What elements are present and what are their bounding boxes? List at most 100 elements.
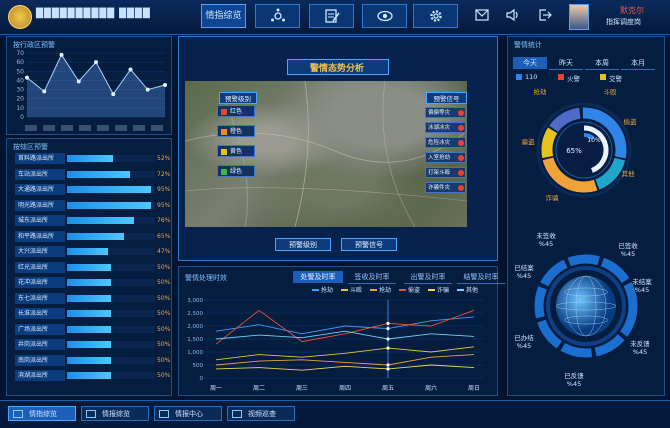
nav-tab-overview[interactable]: 情指综览	[201, 4, 246, 28]
period-tab-3[interactable]: 本周	[585, 57, 619, 70]
data-point	[145, 87, 150, 92]
precinct-row: 南岗派出所 50%	[15, 354, 173, 366]
x-tick-label: 周六	[425, 384, 437, 392]
precinct-row: 花冲派出所 50%	[15, 277, 173, 288]
y-tick-label: 10	[16, 105, 24, 112]
precinct-bar	[67, 201, 151, 209]
nav-edit-button[interactable]	[309, 4, 354, 28]
data-point	[94, 60, 98, 65]
donut-label: 偷盗	[624, 117, 638, 126]
tab-1[interactable]: 处警及时率	[293, 271, 343, 283]
level-header: 预警级别	[219, 92, 257, 104]
data-point	[111, 92, 116, 97]
legend-label: 火警	[567, 75, 580, 83]
precinct-percent: 52%	[157, 155, 171, 162]
period-tab-4[interactable]: 本月	[621, 57, 655, 70]
level-item[interactable]: 橙色	[217, 125, 255, 137]
precinct-bar	[67, 310, 111, 317]
signal-label: 打架斗殴	[428, 170, 451, 176]
precinct-bar	[67, 217, 134, 224]
precinct-bar	[67, 248, 109, 255]
precinct-row: 滨湖派出所 50%	[15, 370, 173, 381]
alert-dot-icon	[458, 125, 464, 131]
bottom-tab-1[interactable]: 情指综览	[8, 406, 76, 421]
y-tick-label: 0	[200, 376, 204, 382]
legend-swatch	[457, 289, 464, 291]
status-percent: %45	[621, 250, 635, 258]
tab-3[interactable]: 出警及时率	[404, 271, 452, 284]
y-tick-label: 50	[16, 68, 24, 75]
series-marker	[386, 346, 390, 350]
legend-swatch	[558, 74, 564, 80]
status-label: 已签收	[618, 241, 638, 250]
y-tick-label: 60	[16, 59, 24, 66]
level-item[interactable]: 绿色	[217, 165, 255, 177]
nav-view-button[interactable]	[362, 4, 407, 28]
y-tick-label: 20	[16, 96, 24, 103]
precinct-row: 大兴派出所 47%	[15, 246, 173, 257]
legend-swatch	[428, 289, 435, 291]
donut-label: 斗殴	[604, 88, 618, 96]
category-donut-chart: 65% 10% 抢劫 斗殴偷盗骗盗其他诈骗	[522, 87, 638, 202]
data-point	[25, 75, 29, 80]
precinct-bar	[67, 294, 111, 302]
signal-item[interactable]: 入室抢劫	[425, 152, 466, 163]
signal-label: 危险冰灾	[428, 140, 451, 146]
status-percent: %45	[635, 286, 649, 294]
donut-label: 其他	[622, 169, 636, 178]
x-tick-label: 周日	[468, 385, 480, 392]
tab-label: 情报中心	[175, 410, 203, 418]
precinct-percent: 76%	[157, 217, 171, 224]
legend-swatch	[399, 289, 406, 291]
alert-dot-icon	[458, 110, 464, 116]
district-warning-chart: 70 60 50 40 30 20 10 0	[16, 50, 167, 121]
tab-4[interactable]: 结警及时率	[457, 271, 505, 284]
status-label: 已办结	[514, 333, 534, 342]
status-percent: %45	[633, 348, 647, 356]
x-tick-label: 周四	[339, 385, 351, 392]
precinct-percent: 50%	[157, 263, 171, 271]
signal-item[interactable]: 危险冰灾	[425, 137, 466, 148]
avatar[interactable]	[569, 4, 589, 30]
mail-icon[interactable]	[475, 9, 489, 21]
period-tab-1[interactable]: 今天	[513, 57, 547, 69]
signal-item[interactable]: 冰湖冰灾	[425, 122, 466, 133]
nav-settings-button[interactable]	[413, 4, 458, 28]
signal-item[interactable]: 诈骗件灾	[425, 182, 466, 193]
signal-item[interactable]: 打架斗殴	[425, 167, 466, 178]
level-item[interactable]: 黄色	[217, 145, 255, 157]
bottom-tab-2[interactable]: 情报综览	[81, 406, 149, 421]
precinct-label: 明光路派出所	[15, 199, 65, 211]
bottom-tab-3[interactable]: 情报中心	[154, 406, 222, 421]
period-tab-2[interactable]: 昨天	[549, 57, 583, 70]
top-bar: ██████████ ████ 情指综览 默克尔 指挥调度岗	[0, 0, 670, 35]
level-swatch	[221, 149, 227, 155]
tab-label: 情指综览	[29, 410, 57, 418]
level-item[interactable]: 红色	[217, 105, 255, 117]
bottom-tab-4[interactable]: 视频巡查	[227, 406, 295, 421]
precinct-label: 南岗派出所	[15, 354, 65, 366]
x-tick-label: 周一	[210, 385, 222, 392]
logout-icon[interactable]	[538, 8, 552, 22]
tab-icon	[159, 410, 169, 418]
precinct-label: 大兴派出所	[15, 246, 65, 257]
signal-item[interactable]: 偏偏等灾	[425, 107, 466, 118]
donut-label: 抢劫	[534, 87, 548, 96]
precinct-bar	[67, 170, 131, 178]
nav-dispatch-button[interactable]	[255, 4, 300, 28]
precinct-row: 车站派出所 72%	[15, 168, 173, 180]
legend-swatch	[312, 289, 319, 291]
btn-signal[interactable]: 预警信号	[341, 238, 397, 251]
level-swatch	[221, 109, 227, 115]
signal-label: 冰湖冰灾	[428, 125, 451, 131]
precinct-row: 长淮派出所 50%	[15, 308, 173, 319]
user-name: 默克尔	[620, 6, 644, 15]
data-point	[163, 83, 167, 87]
legend-label: 110	[525, 73, 538, 81]
volume-icon[interactable]	[506, 8, 521, 22]
tab-2[interactable]: 签收及时率	[348, 271, 396, 284]
btn-level[interactable]: 预警级别	[275, 238, 331, 251]
data-point	[59, 52, 64, 57]
edit-icon	[324, 9, 340, 23]
district-labels-redacted	[25, 125, 165, 131]
